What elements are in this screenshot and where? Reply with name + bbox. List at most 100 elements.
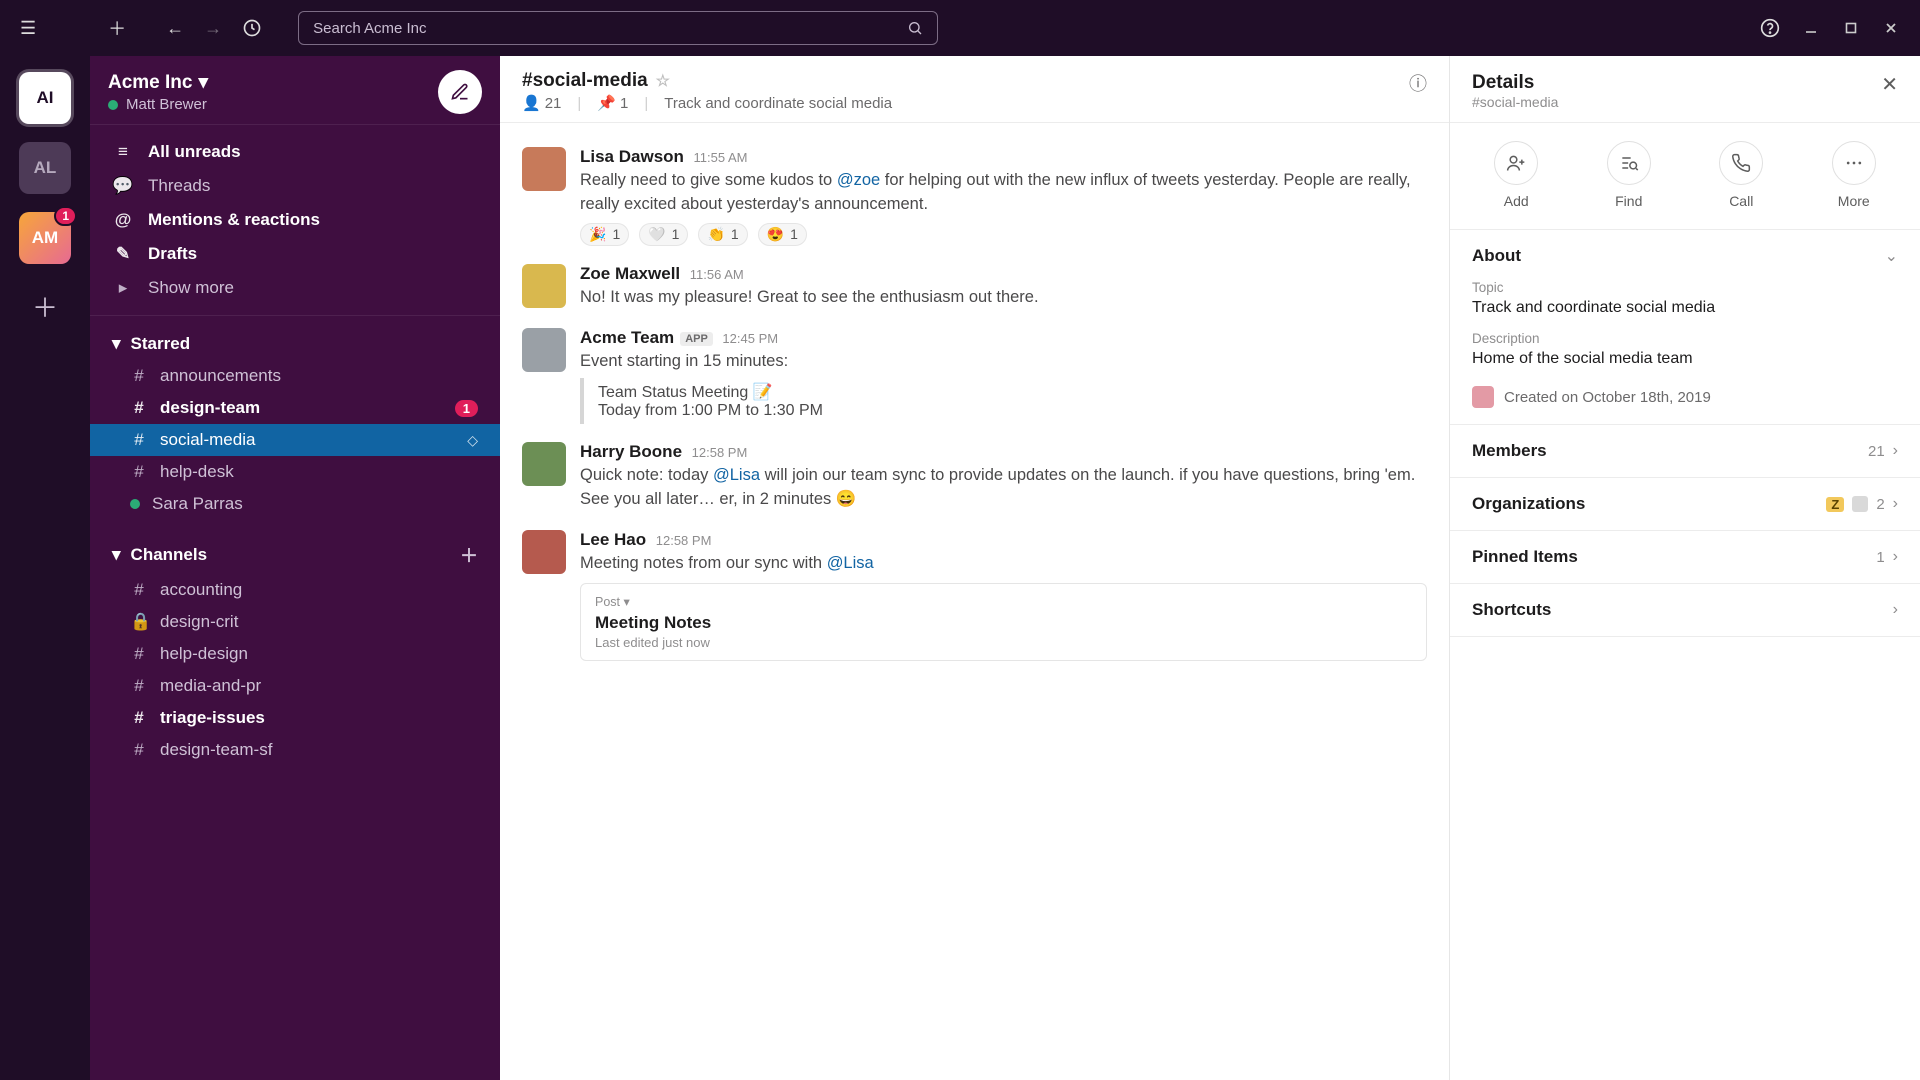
channel-item-media-and-pr[interactable]: #media-and-pr (90, 670, 500, 702)
action-more[interactable]: More (1814, 141, 1894, 209)
back-arrow-icon[interactable]: ← (166, 18, 184, 39)
message-timestamp[interactable]: 12:58 PM (652, 533, 711, 548)
hash-icon: # (130, 366, 148, 386)
channel-item-triage-issues[interactable]: #triage-issues (90, 702, 500, 734)
main-row: AI AL AM 1 ＋ Acme Inc ▾ Matt Brewer (0, 56, 1920, 1080)
details-members[interactable]: Members 21› (1450, 425, 1920, 478)
reaction[interactable]: 👏1 (698, 223, 747, 246)
starred-item-sara-parras[interactable]: Sara Parras (90, 488, 500, 520)
channel-title[interactable]: #social-media ☆ (522, 70, 1395, 92)
search-input[interactable]: Search Acme Inc (298, 11, 938, 45)
nav-label: Drafts (148, 244, 197, 264)
message[interactable]: Acme TeamAPP 12:45 PMEvent starting in 1… (522, 318, 1427, 432)
starred-item-announcements[interactable]: #announcements (90, 360, 500, 392)
message[interactable]: Harry Boone 12:58 PMQuick note: today @L… (522, 432, 1427, 520)
mention[interactable]: @zoe (837, 171, 880, 189)
org-switcher[interactable]: Acme Inc ▾ (108, 71, 208, 94)
details-pinned[interactable]: Pinned Items 1› (1450, 531, 1920, 584)
message-timestamp[interactable]: 12:58 PM (688, 445, 747, 460)
avatar[interactable] (522, 147, 566, 191)
message[interactable]: Lee Hao 12:58 PMMeeting notes from our s… (522, 520, 1427, 670)
starred-item-design-team[interactable]: #design-team1 (90, 392, 500, 424)
avatar[interactable] (522, 264, 566, 308)
nav-drafts[interactable]: ✎Drafts (90, 237, 500, 271)
message-author[interactable]: Acme Team (580, 328, 674, 347)
message-body: No! It was my pleasure! Great to see the… (580, 286, 1427, 310)
search-placeholder: Search Acme Inc (313, 20, 907, 37)
history-clock-icon[interactable] (242, 18, 262, 38)
nav-mentions[interactable]: @Mentions & reactions (90, 203, 500, 237)
topic-value[interactable]: Track and coordinate social media (1472, 299, 1898, 317)
message-author[interactable]: Lisa Dawson (580, 147, 684, 166)
avatar[interactable] (522, 328, 566, 372)
workspace-tile-am[interactable]: AM 1 (19, 212, 71, 264)
nav-all-unreads[interactable]: ≡All unreads (90, 135, 500, 169)
add-workspace-icon[interactable]: ＋ (32, 288, 58, 325)
channel-item-design-team-sf[interactable]: #design-team-sf (90, 734, 500, 766)
channel-item-accounting[interactable]: #accounting (90, 574, 500, 606)
event-when: Today from 1:00 PM to 1:30 PM (598, 402, 1427, 420)
workspace-tile-ai[interactable]: AI (19, 72, 71, 124)
message-author[interactable]: Lee Hao (580, 530, 646, 549)
window-maximize-icon[interactable] (1842, 19, 1860, 37)
compose-button[interactable] (438, 70, 482, 114)
forward-arrow-icon[interactable]: → (204, 18, 222, 39)
message[interactable]: Zoe Maxwell 11:56 AM No! It was my pleasu… (522, 254, 1427, 318)
window-minimize-icon[interactable] (1802, 19, 1820, 37)
channel-label: design-team (160, 398, 260, 418)
unread-badge: 1 (455, 400, 478, 417)
about-toggle[interactable]: About ⌄ (1472, 246, 1898, 266)
avatar[interactable] (522, 442, 566, 486)
new-tab-plus-icon[interactable]: ＋ (108, 15, 126, 41)
attachment-post[interactable]: Post ▾Meeting NotesLast edited just now (580, 583, 1427, 661)
details-organizations[interactable]: Organizations Z 2 › (1450, 478, 1920, 531)
user-presence[interactable]: Matt Brewer (108, 96, 208, 113)
starred-item-social-media[interactable]: #social-media◇ (90, 424, 500, 456)
close-icon[interactable]: ✕ (1881, 72, 1898, 97)
add-channel-icon[interactable]: ＋ (460, 542, 478, 568)
channel-topic-short[interactable]: Track and coordinate social media (664, 95, 892, 112)
channel-item-help-design[interactable]: #help-design (90, 638, 500, 670)
workspace-tile-al[interactable]: AL (19, 142, 71, 194)
desc-value[interactable]: Home of the social media team (1472, 350, 1898, 368)
channels-heading[interactable]: ▾ Channels ＋ (90, 536, 500, 574)
hamburger-icon[interactable]: ☰ (20, 18, 36, 39)
sidebar-top-nav: ≡All unreads 💬Threads @Mentions & reacti… (90, 125, 500, 316)
starred-heading[interactable]: ▾ Starred (90, 328, 500, 360)
action-add[interactable]: Add (1476, 141, 1556, 209)
message-list[interactable]: Lisa Dawson 11:55 AMReally need to give … (500, 123, 1449, 1080)
pins-count[interactable]: 📌1 (597, 94, 628, 112)
starred-item-help-desk[interactable]: #help-desk (90, 456, 500, 488)
message-timestamp[interactable]: 11:55 AM (690, 150, 748, 165)
calendar-event[interactable]: Team Status Meeting 📝Today from 1:00 PM … (580, 378, 1427, 424)
action-find[interactable]: Find (1589, 141, 1669, 209)
message-timestamp[interactable]: 11:56 AM (686, 267, 744, 282)
info-icon[interactable]: ⓘ (1409, 70, 1427, 96)
details-subtitle: #social-media (1472, 94, 1558, 110)
mention[interactable]: @Lisa (827, 554, 874, 572)
reaction[interactable]: 🤍1 (639, 223, 688, 246)
members-count: 21 (1868, 443, 1885, 460)
members-count[interactable]: 👤21 (522, 94, 561, 112)
window-close-icon[interactable] (1882, 19, 1900, 37)
nav-threads[interactable]: 💬Threads (90, 169, 500, 203)
help-icon[interactable] (1760, 18, 1780, 38)
channel-item-design-crit[interactable]: 🔒design-crit (90, 606, 500, 638)
action-label: Call (1729, 193, 1753, 209)
reaction[interactable]: 🎉1 (580, 223, 629, 246)
mention[interactable]: @Lisa (713, 466, 760, 484)
message-timestamp[interactable]: 12:45 PM (719, 331, 778, 346)
avatar[interactable] (522, 530, 566, 574)
workspace-abbr: AM (32, 228, 58, 248)
action-call[interactable]: Call (1701, 141, 1781, 209)
message-author[interactable]: Harry Boone (580, 442, 682, 461)
attachment-type: Post ▾ (595, 594, 1412, 609)
message-author[interactable]: Zoe Maxwell (580, 264, 680, 283)
message[interactable]: Lisa Dawson 11:55 AMReally need to give … (522, 137, 1427, 254)
threads-icon: 💬 (112, 176, 134, 196)
nav-show-more[interactable]: ▸Show more (90, 271, 500, 305)
reaction[interactable]: 😍1 (758, 223, 807, 246)
titlebar-right (1760, 18, 1900, 38)
details-shortcuts[interactable]: Shortcuts › (1450, 584, 1920, 637)
star-icon[interactable]: ☆ (656, 71, 670, 91)
